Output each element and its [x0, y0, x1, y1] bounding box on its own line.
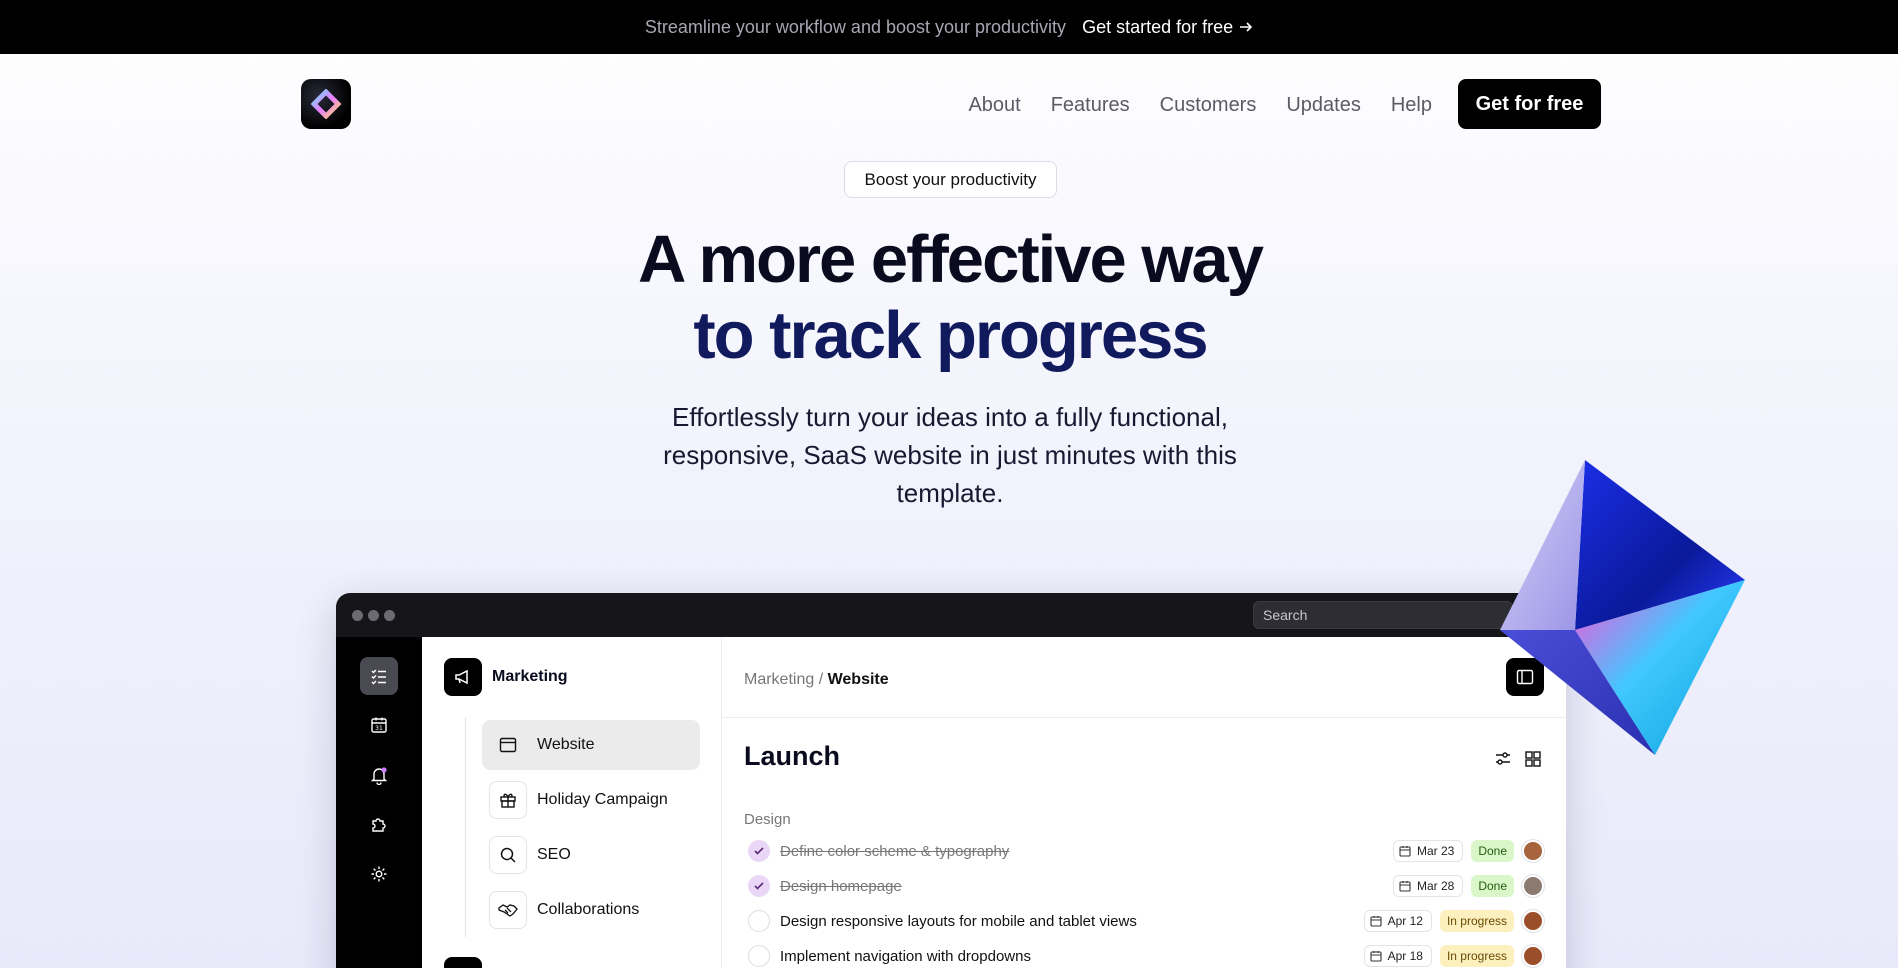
search-icon	[489, 836, 527, 874]
task-row[interactable]: Define color scheme & typography Mar 23 …	[744, 836, 1544, 866]
announcement-bar: Streamline your workflow and boost your …	[0, 0, 1898, 54]
browser-window-icon	[489, 726, 527, 764]
window-dot-icon	[368, 610, 379, 621]
due-date-chip[interactable]: Apr 18	[1363, 945, 1432, 967]
nav-about[interactable]: About	[968, 94, 1020, 117]
app-preview-window: Search 31 Marketing Website Holiday Camp…	[336, 593, 1566, 968]
task-row[interactable]: Design responsive layouts for mobile and…	[744, 906, 1544, 936]
task-group-label: Design	[744, 811, 791, 828]
task-title: Define color scheme & typography	[780, 842, 1010, 860]
announcement-cta-link[interactable]: Get started for free	[1082, 17, 1253, 38]
task-title: Design homepage	[780, 877, 902, 895]
nav-help[interactable]: Help	[1391, 94, 1432, 117]
projects-sidebar: Marketing Website Holiday Campaign SEO C…	[422, 637, 722, 968]
hero-title-line2: to track progress	[693, 298, 1208, 373]
breadcrumb-separator: /	[814, 671, 828, 688]
section-title: Launch	[744, 741, 841, 771]
checkbox-checked-icon[interactable]	[748, 875, 770, 897]
status-badge[interactable]: Done	[1471, 875, 1514, 897]
due-date: Apr 12	[1387, 914, 1423, 928]
task-title: Design responsive layouts for mobile and…	[780, 912, 1137, 930]
status-badge[interactable]: In progress	[1439, 910, 1514, 932]
announcement-cta-label: Get started for free	[1082, 16, 1234, 37]
nav-customers[interactable]: Customers	[1160, 94, 1257, 117]
checkbox-unchecked-icon[interactable]	[748, 945, 770, 967]
tree-guide-line	[465, 717, 466, 937]
gear-icon[interactable]	[360, 855, 398, 893]
calendar-icon[interactable]: 31	[360, 706, 398, 744]
status-badge[interactable]: Done	[1471, 840, 1514, 862]
subproject-seo[interactable]: SEO	[482, 830, 700, 880]
main-panel: Marketing / Website Launch Design Define…	[722, 637, 1566, 968]
gift-icon	[489, 781, 527, 819]
main-nav: About Features Customers Updates Help	[968, 94, 1432, 117]
breadcrumb: Marketing / Website	[744, 671, 889, 689]
get-for-free-button[interactable]: Get for free	[1458, 79, 1601, 129]
project-header[interactable]: Marketing	[444, 658, 568, 696]
avatar[interactable]	[1522, 840, 1544, 862]
checkbox-checked-icon[interactable]	[748, 840, 770, 862]
due-date-chip[interactable]: Apr 12	[1363, 910, 1432, 932]
tasks-icon[interactable]	[360, 657, 398, 695]
decorative-gem-image	[1500, 460, 1745, 755]
breadcrumb-current: Website	[827, 671, 889, 688]
search-input[interactable]: Search	[1253, 601, 1513, 629]
calendar-icon	[1399, 881, 1411, 892]
subproject-label: Holiday Campaign	[537, 791, 668, 808]
breadcrumb-parent[interactable]: Marketing	[744, 671, 814, 688]
hero-title: A more effective way to track progress	[500, 222, 1400, 374]
due-date-chip[interactable]: Mar 28	[1392, 875, 1464, 897]
calendar-icon	[1370, 916, 1382, 927]
window-dot-icon	[352, 610, 363, 621]
project-name: Marketing	[492, 668, 568, 685]
svg-text:31: 31	[375, 725, 383, 732]
nav-updates[interactable]: Updates	[1286, 94, 1361, 117]
subproject-label: Website	[537, 736, 595, 753]
project-icon[interactable]	[444, 957, 482, 968]
puzzle-icon[interactable]	[360, 805, 398, 843]
avatar[interactable]	[1522, 910, 1544, 932]
icon-rail: 31	[336, 637, 422, 968]
megaphone-icon	[444, 658, 482, 696]
nav-features[interactable]: Features	[1051, 94, 1130, 117]
avatar[interactable]	[1522, 875, 1544, 897]
site-header: About Features Customers Updates Help Ge…	[0, 54, 1898, 154]
calendar-icon	[1370, 951, 1382, 962]
arrow-right-icon	[1240, 22, 1253, 32]
subproject-collaborations[interactable]: Collaborations	[482, 885, 700, 935]
divider	[722, 717, 1566, 718]
subproject-label: Collaborations	[537, 901, 640, 918]
window-titlebar: Search	[336, 593, 1566, 637]
due-date: Mar 28	[1416, 879, 1455, 893]
subproject-website[interactable]: Website	[482, 720, 700, 770]
checkbox-unchecked-icon[interactable]	[748, 910, 770, 932]
calendar-icon	[1399, 846, 1411, 857]
status-badge[interactable]: In progress	[1439, 945, 1514, 967]
due-date: Apr 18	[1387, 949, 1423, 963]
due-date: Mar 23	[1416, 844, 1455, 858]
avatar[interactable]	[1522, 945, 1544, 967]
hero-title-line1: A more effective way	[637, 222, 1264, 297]
task-title: Implement navigation with dropdowns	[780, 947, 1031, 965]
logo-icon	[311, 89, 341, 119]
bell-icon[interactable]	[360, 756, 398, 794]
handshake-icon	[489, 891, 527, 929]
subproject-holiday-campaign[interactable]: Holiday Campaign	[482, 775, 700, 825]
window-dot-icon	[384, 610, 395, 621]
task-row[interactable]: Design homepage Mar 28 Done	[744, 871, 1544, 901]
hero-pill: Boost your productivity	[844, 161, 1057, 198]
hero-subtitle: Effortlessly turn your ideas into a full…	[663, 402, 1237, 508]
brand-logo[interactable]	[301, 79, 351, 129]
due-date-chip[interactable]: Mar 23	[1392, 840, 1464, 862]
task-row[interactable]: Implement navigation with dropdowns Apr …	[744, 941, 1544, 968]
announcement-message: Streamline your workflow and boost your …	[644, 16, 1067, 37]
subproject-label: SEO	[537, 846, 571, 863]
